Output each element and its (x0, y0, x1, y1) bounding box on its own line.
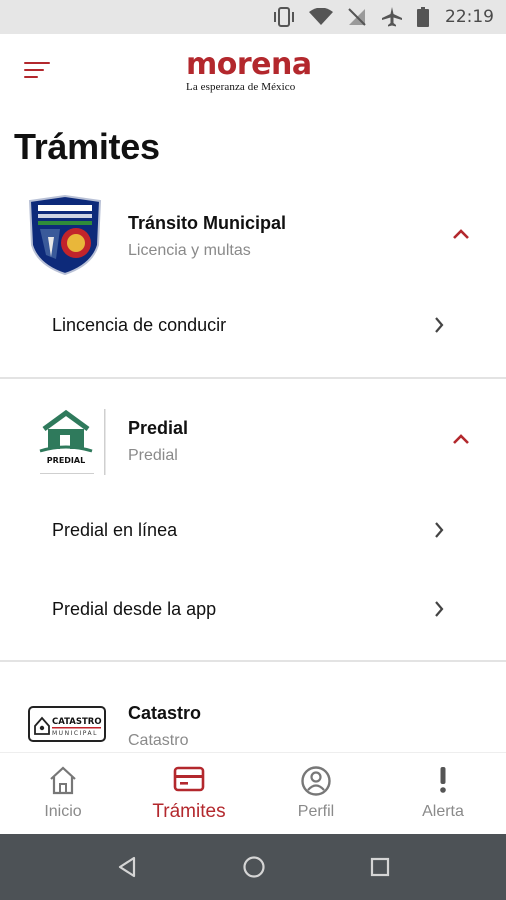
nav-inicio[interactable]: Inicio (0, 753, 126, 835)
logo-tagline: La esperanza de México (186, 81, 296, 93)
divider (0, 377, 506, 379)
no-signal-icon (348, 8, 366, 26)
catastro-logo-text: CATASTRO (52, 717, 102, 727)
vibrate-icon (274, 7, 294, 27)
nav-label: Inicio (44, 803, 82, 820)
profile-icon (301, 766, 331, 796)
nav-label: Trámites (152, 801, 226, 822)
list-item-licencia[interactable]: Lincencia de conducir (0, 296, 506, 354)
list-item-label: Lincencia de conducir (52, 315, 227, 335)
catastro-logo-subtext: MUNICIPAL (52, 730, 98, 737)
category-subtitle: Licencia y multas (128, 242, 251, 259)
catastro-logo: CATASTRO MUNICIPAL (28, 706, 106, 742)
nav-label: Perfil (297, 803, 335, 820)
wifi-icon (309, 8, 333, 25)
chevron-right-icon (435, 601, 444, 617)
nav-perfil[interactable]: Perfil (253, 753, 379, 835)
predial-logo-text: PREDIAL (47, 456, 85, 465)
list-item-predial-en-linea[interactable]: Predial en línea (0, 501, 506, 559)
morena-logo: morena La esperanza de México (186, 50, 326, 94)
predial-logo: PREDIAL (39, 409, 106, 475)
system-navigation-bar (0, 834, 506, 900)
back-icon[interactable] (116, 855, 138, 879)
category-transito-header[interactable]: Tránsito Municipal Licencia y multas (0, 190, 506, 280)
nav-label: Alerta (422, 803, 464, 820)
alert-icon (440, 767, 446, 793)
divider (0, 660, 506, 662)
category-title: Predial (128, 418, 189, 438)
chevron-right-icon (435, 317, 444, 333)
status-time: 22:19 (445, 7, 494, 27)
bottom-navigation: Inicio Trámites Perfil Alerta (0, 752, 506, 834)
category-subtitle: Predial (128, 447, 178, 464)
list-item-label: Predial desde la app (52, 599, 217, 619)
chevron-up-icon[interactable] (448, 429, 474, 449)
page-title: Trámites (14, 126, 160, 167)
airplane-icon (382, 7, 402, 27)
list-item-predial-app[interactable]: Predial desde la app (0, 580, 506, 638)
app-header: morena La esperanza de México (0, 34, 506, 114)
logo-word: morena (186, 47, 312, 82)
category-predial-header[interactable]: PREDIAL Predial Predial (0, 395, 506, 485)
nav-tramites[interactable]: Trámites (126, 753, 252, 835)
list-item-label: Predial en línea (52, 520, 178, 540)
chevron-right-icon (435, 522, 444, 538)
nav-alerta[interactable]: Alerta (380, 753, 506, 835)
category-title: Catastro (128, 703, 202, 723)
category-subtitle: Catastro (128, 732, 189, 749)
chevron-up-icon[interactable] (448, 224, 474, 244)
battery-icon (417, 7, 429, 27)
category-title: Tránsito Municipal (128, 213, 287, 233)
menu-icon[interactable] (24, 62, 54, 84)
card-icon (173, 766, 205, 792)
category-catastro-header[interactable]: CATASTRO MUNICIPAL Catastro Catastro (0, 680, 506, 752)
status-bar: 22:19 (0, 0, 506, 34)
recents-icon[interactable] (369, 855, 391, 879)
home-icon (50, 766, 76, 795)
transito-shield-logo (28, 195, 102, 275)
home-circle-icon[interactable] (242, 855, 266, 879)
